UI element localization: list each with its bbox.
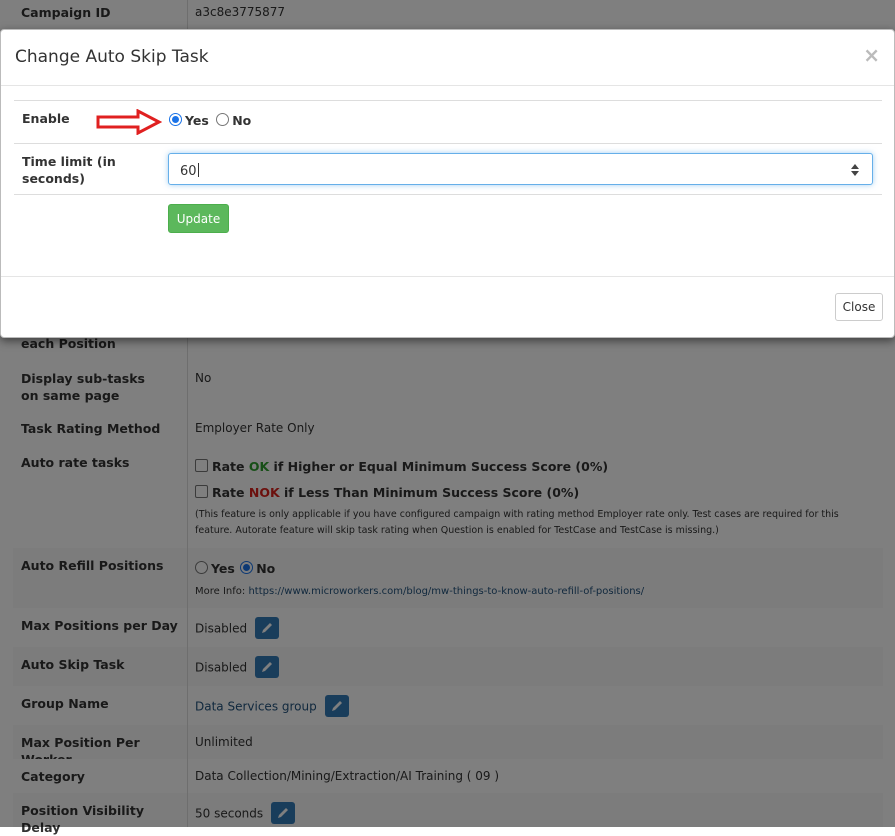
enable-no-label: No [232, 113, 252, 128]
modal-header: Change Auto Skip Task × [1, 30, 894, 86]
arrow-right-icon [96, 109, 162, 135]
modal-title: Change Auto Skip Task [15, 47, 209, 67]
enable-yes-label: Yes [185, 113, 209, 128]
enable-options: Yes No [169, 113, 251, 128]
modal-footer: Close [1, 276, 894, 337]
enable-yes-radio[interactable] [169, 113, 182, 126]
time-limit-value: 60 [180, 164, 197, 179]
change-auto-skip-modal: Change Auto Skip Task × Enable Yes No Ti… [0, 29, 895, 338]
enable-label: Enable [22, 111, 70, 126]
update-row-divider [14, 194, 882, 195]
update-button[interactable]: Update [168, 204, 229, 233]
enable-row: Enable Yes No [14, 100, 882, 143]
spinner-icon[interactable] [850, 163, 860, 177]
time-limit-input[interactable]: 60 [168, 153, 873, 185]
close-button[interactable]: Close [835, 293, 883, 321]
close-icon[interactable]: × [863, 43, 880, 67]
enable-no-radio[interactable] [216, 113, 230, 126]
time-limit-label: Time limit (in seconds) [22, 154, 116, 186]
